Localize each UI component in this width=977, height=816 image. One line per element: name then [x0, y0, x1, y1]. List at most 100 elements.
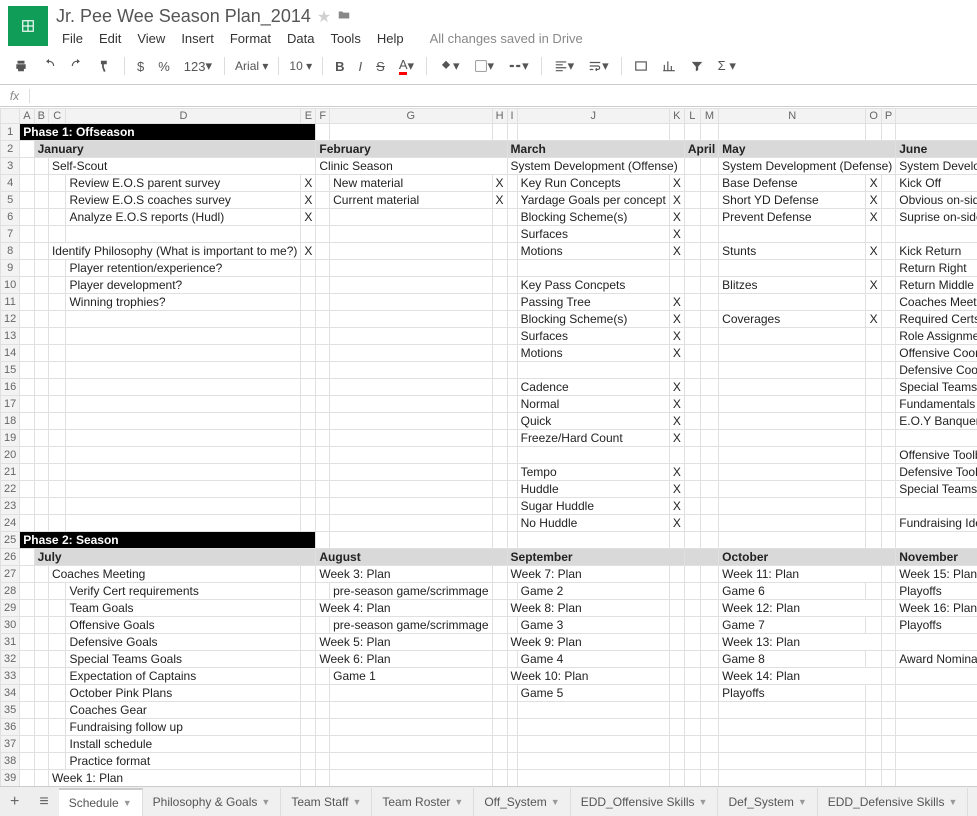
cell[interactable]: Coaches Meeting [48, 566, 300, 583]
cell[interactable] [669, 736, 684, 753]
row-header[interactable]: 38 [1, 753, 20, 770]
cell[interactable]: Week 9: Plan [507, 634, 669, 651]
col-header-G[interactable]: G [330, 109, 492, 124]
cell[interactable]: X [669, 481, 684, 498]
cell[interactable] [881, 583, 895, 600]
cell[interactable] [48, 498, 66, 515]
cell[interactable]: Freeze/Hard Count [517, 430, 669, 447]
cell[interactable] [881, 243, 895, 260]
cell[interactable]: March [507, 141, 684, 158]
cell[interactable] [881, 328, 895, 345]
cell[interactable]: Coaches Meeting [896, 294, 977, 311]
cell[interactable]: Week 8: Plan [507, 600, 669, 617]
cell[interactable] [34, 243, 48, 260]
sheet-tab[interactable]: Schedule▼ [59, 788, 143, 816]
cell[interactable] [700, 277, 718, 294]
cell[interactable]: System Development (Sp Teams) [896, 158, 977, 175]
cell[interactable] [301, 379, 316, 396]
cell[interactable]: Analyze E.O.S reports (Hudl) [66, 209, 301, 226]
row-header[interactable]: 37 [1, 736, 20, 753]
cell[interactable] [700, 753, 718, 770]
row-header[interactable]: 28 [1, 583, 20, 600]
cell[interactable] [881, 651, 895, 668]
cell[interactable] [881, 209, 895, 226]
cell[interactable]: Role Assignments [896, 328, 977, 345]
cell[interactable] [20, 549, 34, 566]
cell[interactable] [669, 617, 684, 634]
format-number-button[interactable]: 123 ▾ [178, 55, 218, 77]
cell[interactable]: X [492, 192, 507, 209]
cell[interactable] [669, 702, 684, 719]
cell[interactable]: Game 5 [517, 685, 669, 702]
cell[interactable] [34, 158, 48, 175]
cell[interactable]: X [669, 515, 684, 532]
cell[interactable] [507, 515, 517, 532]
cell[interactable] [684, 430, 700, 447]
cell[interactable]: Award Nominations [896, 651, 977, 668]
cell[interactable] [20, 396, 34, 413]
cell[interactable] [684, 464, 700, 481]
cell[interactable] [896, 753, 977, 770]
cell[interactable] [881, 600, 895, 617]
cell[interactable]: Special Teams Goals [66, 651, 301, 668]
cell[interactable]: X [669, 498, 684, 515]
cell[interactable] [48, 362, 66, 379]
cell[interactable]: pre-season game/scrimmage [330, 583, 492, 600]
cell[interactable] [34, 260, 48, 277]
cell[interactable] [881, 447, 895, 464]
cell[interactable] [881, 770, 895, 787]
cell[interactable] [330, 379, 492, 396]
cell[interactable] [492, 345, 507, 362]
cell[interactable] [866, 464, 882, 481]
cell[interactable]: X [301, 209, 316, 226]
cell[interactable] [700, 617, 718, 634]
cell[interactable] [301, 702, 316, 719]
cell[interactable] [866, 413, 882, 430]
cell[interactable] [492, 362, 507, 379]
row-header[interactable]: 7 [1, 226, 20, 243]
cell[interactable]: X [669, 226, 684, 243]
cell[interactable]: Kick Return [896, 243, 977, 260]
cell[interactable] [492, 651, 507, 668]
cell[interactable]: X [301, 175, 316, 192]
cell[interactable] [881, 464, 895, 481]
cell[interactable] [684, 277, 700, 294]
cell[interactable] [684, 753, 700, 770]
col-header-D[interactable]: D [66, 109, 301, 124]
cell[interactable]: Blitzes [719, 277, 866, 294]
cell[interactable]: Week 13: Plan [719, 634, 882, 651]
cell[interactable] [20, 243, 34, 260]
cell[interactable]: Install schedule [66, 736, 301, 753]
cell[interactable] [316, 124, 330, 141]
folder-icon[interactable] [337, 8, 351, 25]
cell[interactable]: Defensive Coordinator [896, 362, 977, 379]
cell[interactable] [866, 294, 882, 311]
cell[interactable] [719, 294, 866, 311]
cell[interactable]: Key Pass Concpets [517, 277, 669, 294]
cell[interactable] [48, 583, 66, 600]
cell[interactable]: X [669, 430, 684, 447]
cell[interactable] [316, 719, 330, 736]
row-header[interactable]: 31 [1, 634, 20, 651]
cell[interactable] [301, 498, 316, 515]
cell[interactable] [684, 532, 700, 549]
cell[interactable] [20, 719, 34, 736]
row-header[interactable]: 8 [1, 243, 20, 260]
cell[interactable] [330, 685, 492, 702]
cell[interactable] [316, 328, 330, 345]
row-header[interactable]: 3 [1, 158, 20, 175]
cell[interactable] [669, 719, 684, 736]
cell[interactable]: X [669, 328, 684, 345]
paint-format-icon[interactable] [92, 56, 118, 76]
cell[interactable] [684, 328, 700, 345]
cell[interactable] [896, 702, 977, 719]
cell[interactable]: Surfaces [517, 328, 669, 345]
cell[interactable] [20, 328, 34, 345]
col-header-M[interactable]: M [700, 109, 718, 124]
cell[interactable] [866, 498, 882, 515]
cell[interactable] [66, 328, 301, 345]
cell[interactable] [316, 345, 330, 362]
cell[interactable]: Coverages [719, 311, 866, 328]
cell[interactable] [316, 617, 330, 634]
cell[interactable] [684, 685, 700, 702]
